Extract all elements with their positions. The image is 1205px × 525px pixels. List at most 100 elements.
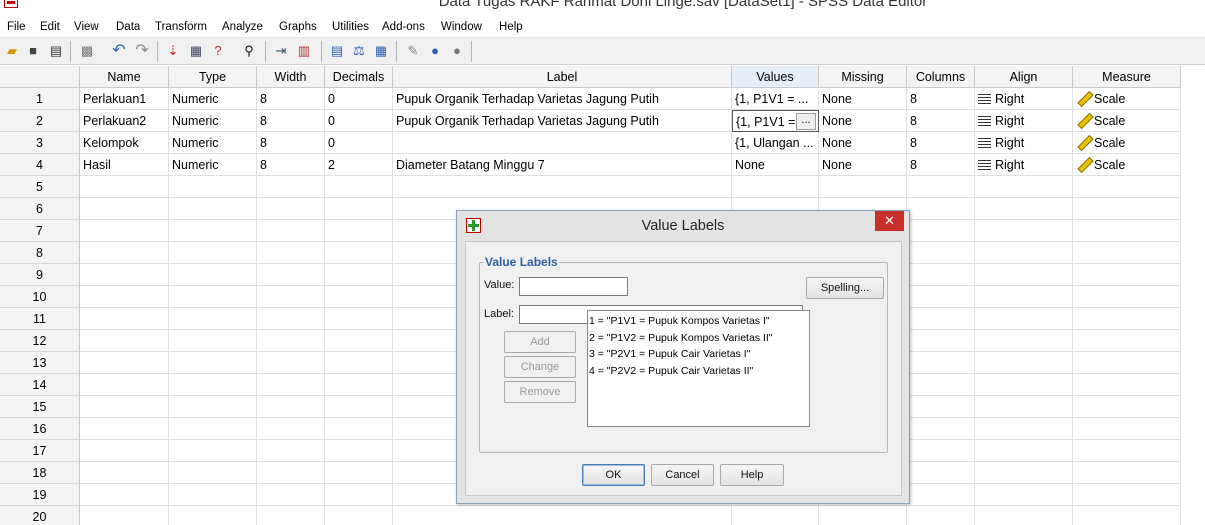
cell-measure[interactable]: Scale: [1073, 110, 1181, 132]
cell-columns[interactable]: 8: [907, 154, 975, 176]
empty-cell[interactable]: [1073, 308, 1181, 330]
empty-cell[interactable]: [325, 220, 393, 242]
cell-type[interactable]: Numeric: [169, 132, 257, 154]
variables-icon[interactable]: ▦: [188, 43, 204, 59]
empty-cell[interactable]: [1073, 440, 1181, 462]
row-number[interactable]: 13: [0, 352, 80, 374]
row-number[interactable]: 17: [0, 440, 80, 462]
empty-cell[interactable]: [80, 352, 169, 374]
column-header-decimals[interactable]: Decimals: [325, 66, 393, 88]
column-header-align[interactable]: Align: [975, 66, 1073, 88]
empty-cell[interactable]: [975, 308, 1073, 330]
row-number[interactable]: 10: [0, 286, 80, 308]
row-number[interactable]: 1: [0, 88, 80, 110]
empty-cell[interactable]: [80, 484, 169, 506]
empty-cell[interactable]: [1073, 396, 1181, 418]
ok-button[interactable]: OK: [582, 464, 645, 486]
open-folder-icon[interactable]: ▰: [4, 43, 20, 59]
cell-decimals[interactable]: 0: [325, 132, 393, 154]
empty-cell[interactable]: [325, 286, 393, 308]
cell-name[interactable]: Perlakuan1: [80, 88, 169, 110]
cell-columns[interactable]: 8: [907, 88, 975, 110]
empty-cell[interactable]: [1073, 506, 1181, 525]
empty-cell[interactable]: [169, 352, 257, 374]
empty-cell[interactable]: [325, 176, 393, 198]
menu-file[interactable]: File: [7, 21, 26, 33]
empty-cell[interactable]: [975, 418, 1073, 440]
empty-cell[interactable]: [393, 176, 732, 198]
empty-cell[interactable]: [257, 484, 325, 506]
empty-cell[interactable]: [169, 396, 257, 418]
column-header-columns[interactable]: Columns: [907, 66, 975, 88]
empty-cell[interactable]: [1073, 418, 1181, 440]
cell-decimals[interactable]: 2: [325, 154, 393, 176]
cell-label[interactable]: [393, 132, 732, 154]
empty-cell[interactable]: [907, 176, 975, 198]
empty-cell[interactable]: [169, 242, 257, 264]
empty-cell[interactable]: [975, 220, 1073, 242]
list-item[interactable]: 3 = "P2V1 = Pupuk Cair Varietas I": [589, 346, 808, 363]
cell-name[interactable]: Perlakuan2: [80, 110, 169, 132]
cell-label[interactable]: Pupuk Organik Terhadap Varietas Jagung P…: [393, 110, 732, 132]
column-header-values[interactable]: Values: [732, 66, 819, 88]
empty-cell[interactable]: [1073, 462, 1181, 484]
column-header-missing[interactable]: Missing: [819, 66, 907, 88]
row-number[interactable]: 12: [0, 330, 80, 352]
cell-values[interactable]: None: [732, 154, 819, 176]
menu-data[interactable]: Data: [116, 21, 140, 33]
empty-cell[interactable]: [169, 330, 257, 352]
cell-label[interactable]: Diameter Batang Minggu 7: [393, 154, 732, 176]
menu-add-ons[interactable]: Add-ons: [382, 21, 425, 33]
empty-cell[interactable]: [80, 506, 169, 525]
empty-cell[interactable]: [257, 286, 325, 308]
close-button[interactable]: ✕: [875, 211, 904, 231]
dialog-recall-icon[interactable]: ▩: [79, 43, 95, 59]
empty-cell[interactable]: [169, 484, 257, 506]
empty-cell[interactable]: [169, 176, 257, 198]
empty-cell[interactable]: [975, 242, 1073, 264]
menu-window[interactable]: Window: [441, 21, 482, 33]
cell-decimals[interactable]: 0: [325, 88, 393, 110]
empty-cell[interactable]: [325, 374, 393, 396]
empty-cell[interactable]: [1073, 330, 1181, 352]
empty-cell[interactable]: [80, 440, 169, 462]
empty-cell[interactable]: [975, 286, 1073, 308]
empty-cell[interactable]: [169, 264, 257, 286]
empty-cell[interactable]: [80, 396, 169, 418]
column-header-name[interactable]: Name: [80, 66, 169, 88]
empty-cell[interactable]: [325, 396, 393, 418]
empty-cell[interactable]: [257, 176, 325, 198]
empty-cell[interactable]: [325, 330, 393, 352]
empty-cell[interactable]: [169, 198, 257, 220]
empty-cell[interactable]: [975, 264, 1073, 286]
weight-cases-icon[interactable]: ⚖: [351, 43, 367, 59]
row-number[interactable]: 5: [0, 176, 80, 198]
cell-type[interactable]: Numeric: [169, 154, 257, 176]
cell-align[interactable]: Right: [975, 88, 1073, 110]
menu-view[interactable]: View: [74, 21, 99, 33]
empty-cell[interactable]: [1073, 374, 1181, 396]
empty-cell[interactable]: [907, 330, 975, 352]
change-button[interactable]: Change: [504, 356, 576, 378]
empty-cell[interactable]: [80, 418, 169, 440]
list-item[interactable]: 2 = "P1V2 = Pupuk Kompos Varietas II": [589, 330, 808, 347]
dialog-title-bar[interactable]: Value Labels ✕: [457, 211, 909, 241]
cell-name[interactable]: Kelompok: [80, 132, 169, 154]
help-button[interactable]: Help: [720, 464, 784, 486]
cell-measure[interactable]: Scale: [1073, 154, 1181, 176]
cell-measure[interactable]: Scale: [1073, 132, 1181, 154]
insert-variable-icon[interactable]: ▥: [296, 43, 312, 59]
empty-cell[interactable]: [80, 374, 169, 396]
goto-case-icon[interactable]: ⇣: [165, 43, 181, 59]
remove-button[interactable]: Remove: [504, 381, 576, 403]
empty-cell[interactable]: [907, 198, 975, 220]
empty-cell[interactable]: [169, 440, 257, 462]
empty-cell[interactable]: [169, 220, 257, 242]
cell-decimals[interactable]: 0: [325, 110, 393, 132]
empty-cell[interactable]: [325, 484, 393, 506]
empty-cell[interactable]: [257, 308, 325, 330]
empty-cell[interactable]: [975, 462, 1073, 484]
cell-align[interactable]: Right: [975, 132, 1073, 154]
row-number[interactable]: 16: [0, 418, 80, 440]
menu-utilities[interactable]: Utilities: [332, 21, 369, 33]
